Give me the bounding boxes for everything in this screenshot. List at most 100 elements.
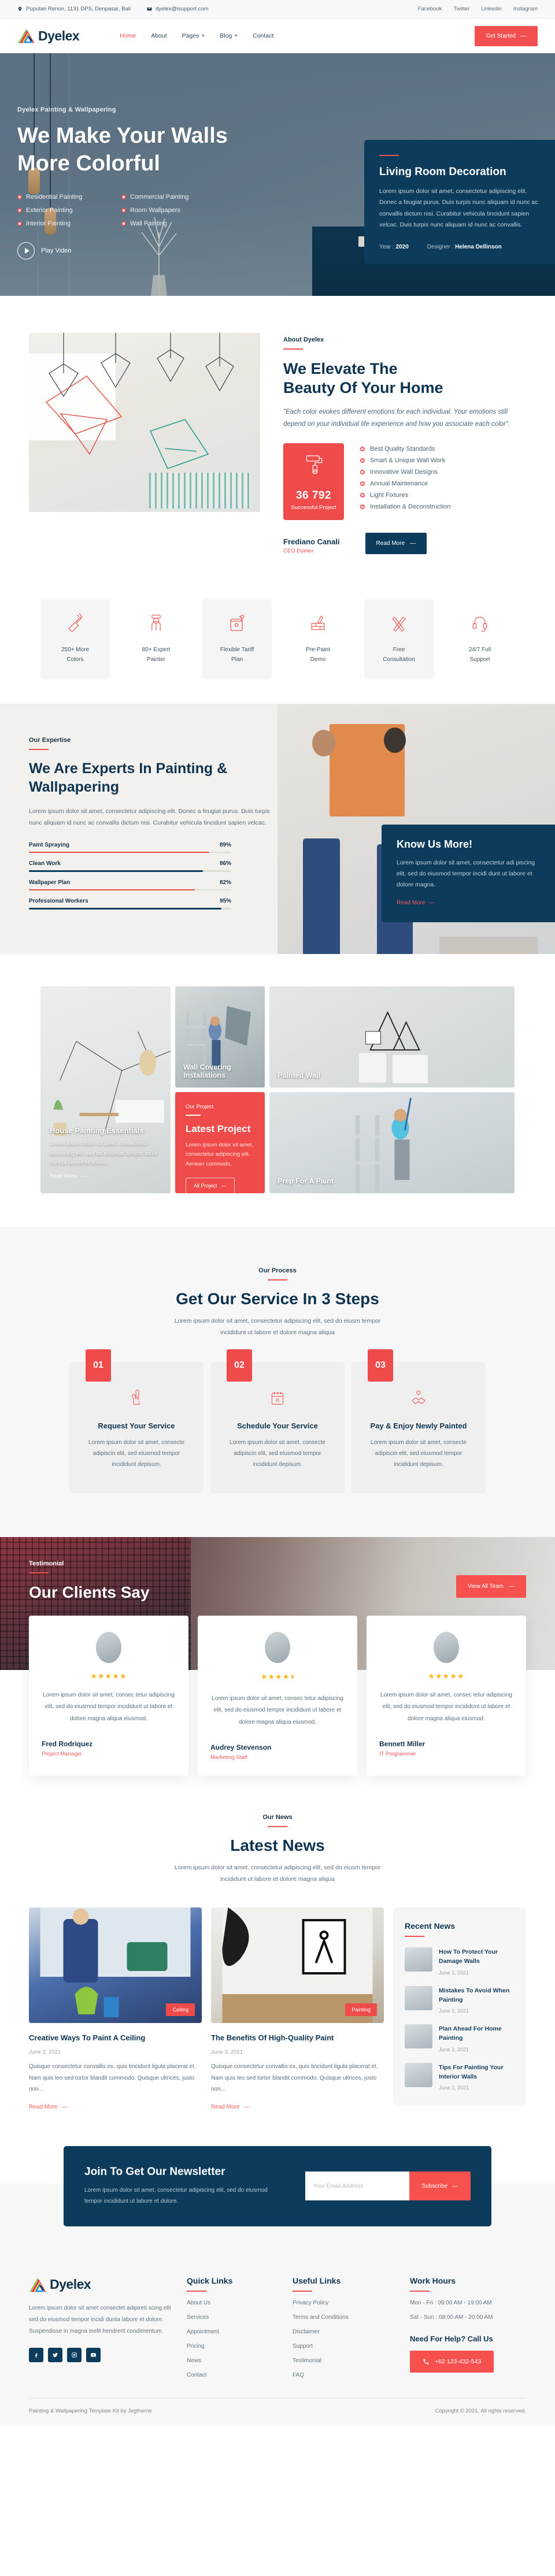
news-post-2[interactable]: Painting The Benefits Of High-Quality Pa… — [211, 1907, 384, 2111]
recent-news-item-date: June 3, 2021 — [439, 1969, 469, 1976]
rating-stars: ★★★★★ — [90, 1671, 127, 1680]
facebook-icon[interactable] — [29, 2347, 43, 2362]
footer-link-about-us[interactable]: About Us — [187, 2300, 282, 2306]
footer-link-faq[interactable]: FAQ — [293, 2372, 399, 2378]
accent-rule — [379, 155, 399, 156]
recent-news-item[interactable]: Plan Ahead For Home Painting June 3, 2021 — [405, 2024, 515, 2052]
wallet-icon — [230, 615, 245, 632]
arrow-right-icon: — — [452, 2182, 458, 2189]
footer-link-testimonial[interactable]: Testimonial — [293, 2358, 399, 2364]
gallery-read-more-link[interactable]: Read More — — [50, 1173, 86, 1179]
step-number: 01 — [86, 1349, 111, 1382]
gallery-caption: Prep For A Paint — [278, 1176, 334, 1185]
successful-project-stat: 36 792 Successful Project — [283, 443, 344, 521]
gallery-item-prep-paint[interactable]: Prep For A Paint — [269, 1092, 515, 1193]
nav-label: Home — [120, 32, 136, 39]
recent-news-item[interactable]: Mistakes To Avoid When Painting June 3, 2… — [405, 1985, 515, 2014]
logo-text: Dyelex — [38, 28, 80, 43]
gallery-item-painted-wall[interactable]: Painted Wall — [269, 986, 515, 1087]
paint-roller-icon — [288, 454, 339, 478]
hero-feature-label: Room Wallpapers — [130, 207, 181, 214]
nav-item-contact[interactable]: Contact — [253, 32, 273, 39]
checklist-label: Light Fixtures — [370, 492, 409, 499]
gallery-item-wall-covering[interactable]: Wall Covering Installations — [175, 986, 265, 1087]
site-logo[interactable]: Dyelex — [17, 27, 80, 44]
latest-project-card: Our Project Latest Project Lorem ipsum d… — [175, 1092, 265, 1194]
all-project-button[interactable]: All Project — — [186, 1177, 235, 1194]
news-tag: Painting — [345, 2003, 377, 2017]
about-section: About Dyelex We Elevate The Beauty Of Yo… — [0, 296, 555, 589]
nav-label: Pages — [182, 32, 199, 39]
footer-link-contact[interactable]: Contact — [187, 2372, 282, 2378]
feature-card-tariff[interactable]: Flexible Tariff Plan — [202, 599, 272, 680]
news-read-more-link[interactable]: Read More — — [29, 2104, 67, 2110]
footer-logo[interactable]: Dyelex — [29, 2276, 176, 2293]
checklist-item: Best Quality Standards — [360, 446, 526, 452]
play-icon[interactable] — [17, 242, 35, 259]
know-us-read-more-link[interactable]: Read More — — [397, 900, 435, 906]
get-started-label: Get Started — [486, 32, 516, 39]
recent-news-item[interactable]: How To Protect Your Damage Walls June 3, … — [405, 1947, 515, 1976]
skill-bar-row: Wallpaper Plan 82% — [29, 879, 231, 891]
footer-useful-links-title: Useful Links — [293, 2276, 341, 2285]
ceo-role: CEO Dyelex — [283, 548, 314, 555]
nav-item-home[interactable]: Home — [120, 32, 136, 39]
accent-rule — [268, 1279, 287, 1280]
newsletter-body: Lorem ipsum dolor sit amet, consectetur … — [84, 2187, 268, 2204]
recent-news-item[interactable]: Tips For Painting Your Interior Walls Jun… — [405, 2062, 515, 2091]
read-more-label: Read More — [376, 540, 405, 547]
feature-card-support[interactable]: 24/7 Full Support — [445, 599, 515, 680]
accent-rule — [186, 1114, 201, 1116]
feature-card-consultation[interactable]: Free Consultation — [364, 599, 434, 680]
checklist-item: Installation & Deconstruction — [360, 503, 526, 510]
process-eyebrow: Our Process — [258, 1267, 297, 1274]
stat-label: Successful Project — [291, 504, 336, 511]
footer-link-news[interactable]: News — [187, 2358, 282, 2364]
twitter-icon[interactable] — [48, 2347, 62, 2362]
view-all-team-button[interactable]: View All Team — — [456, 1575, 526, 1598]
news-post-1[interactable]: Ceiling Creative Ways To Paint A Ceiling… — [29, 1907, 202, 2111]
social-link-facebook[interactable]: Facebook — [418, 6, 442, 12]
nav-item-about[interactable]: About — [151, 32, 166, 39]
newsletter-email-input[interactable] — [305, 2172, 409, 2201]
nav-item-blog[interactable]: Blog + — [220, 32, 238, 39]
skill-bars: Paint Spraying 89% Clean Work 86% Wallpape… — [29, 842, 231, 910]
headset-icon — [472, 617, 487, 632]
youtube-icon[interactable] — [86, 2347, 101, 2362]
checklist-label: Smart & Unique Wall Work — [370, 457, 446, 465]
work-hours-weekend: Sat - Sun : 08:00 AM - 20:00 AM — [410, 2314, 493, 2321]
gallery-caption-block: House Painting Essentials Lorem ipsum do… — [50, 1126, 161, 1180]
footer-link-terms[interactable]: Terms and Conditions — [293, 2314, 399, 2321]
social-link-twitter[interactable]: Twitter — [453, 6, 469, 12]
get-started-button[interactable]: Get Started — — [474, 25, 538, 46]
footer-link-appointment[interactable]: Appointment — [187, 2329, 282, 2335]
topbar-email[interactable]: dyelex@isupport.com — [147, 6, 208, 12]
feature-card-colors[interactable]: 250+ More Colors — [40, 599, 110, 680]
instagram-icon[interactable] — [67, 2347, 82, 2362]
feature-card-prepaint[interactable]: Pre-Paint Demo — [283, 599, 353, 680]
subscribe-button[interactable]: Subscribe — — [409, 2172, 471, 2201]
hero-title-line1: We Make Your Walls — [17, 124, 228, 148]
nav-item-pages[interactable]: Pages + — [182, 32, 205, 39]
social-link-instagram[interactable]: Instagram — [513, 6, 538, 12]
footer-link-pricing[interactable]: Pricing — [187, 2343, 282, 2349]
call-us-button[interactable]: +62 123-432-543 — [410, 2350, 494, 2373]
accent-rule — [293, 2290, 312, 2292]
news-post-excerpt: Quisque consectetur convallis ex, quis t… — [211, 2063, 378, 2093]
footer-link-privacy-policy[interactable]: Privacy Policy — [293, 2300, 399, 2306]
checklist-item: Innovative Wall Designs — [360, 469, 526, 476]
step-number: 03 — [368, 1349, 393, 1382]
skill-bar-row: Paint Spraying 89% — [29, 842, 231, 853]
footer-link-services[interactable]: Services — [187, 2314, 282, 2321]
gallery-item-house-essentials[interactable]: House Painting Essentials Lorem ipsum do… — [40, 986, 171, 1193]
checklist-label: Best Quality Standards — [370, 446, 435, 453]
feature-card-painter[interactable]: 80+ Expert Painter — [121, 599, 191, 680]
about-read-more-button[interactable]: Read More — — [365, 533, 427, 555]
footer-link-disclaimer[interactable]: Disclaimer — [293, 2329, 399, 2335]
skill-track — [29, 908, 231, 910]
expertise-body: Lorem ipsum dolor sit amet, consectetur … — [29, 807, 270, 827]
footer-link-support[interactable]: Support — [293, 2343, 399, 2349]
news-read-more-link[interactable]: Read More — — [211, 2104, 249, 2110]
checklist-item: Annual Maintenance — [360, 480, 526, 487]
social-link-linkedin[interactable]: Linkedin — [481, 6, 501, 12]
